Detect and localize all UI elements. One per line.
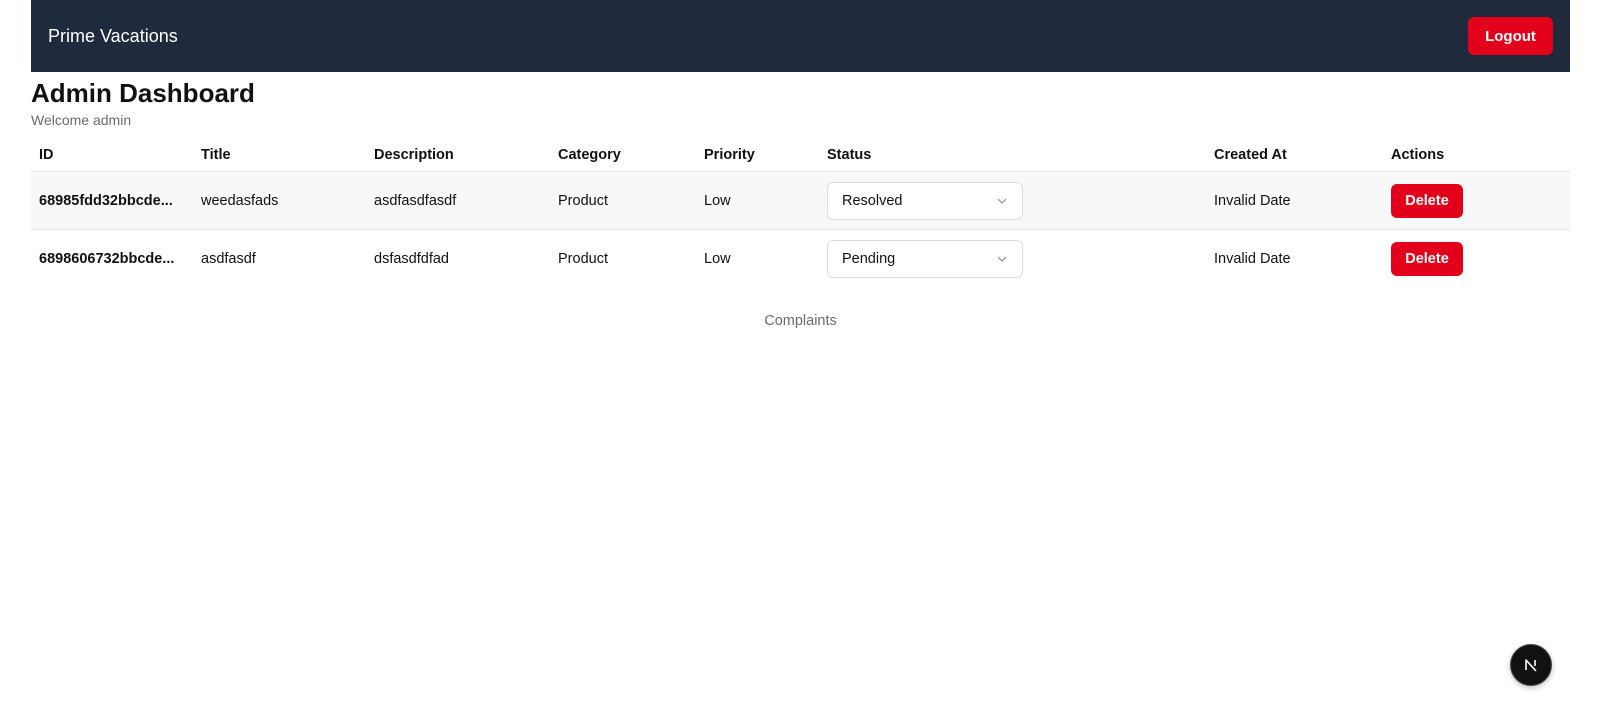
- column-header-priority: Priority: [696, 139, 819, 172]
- delete-button[interactable]: Delete: [1391, 183, 1463, 218]
- nextjs-logo-icon[interactable]: [1510, 644, 1552, 686]
- welcome-text: Welcome admin: [31, 112, 132, 128]
- cell-category: Product: [550, 171, 696, 230]
- table-row: 6898606732bbcde... asdfasdf dsfasdfdfad …: [31, 229, 1570, 287]
- table-row: 68985fdd32bbcde... weedasfads asdfasdfas…: [31, 171, 1570, 230]
- chevron-down-icon: [997, 198, 1007, 204]
- status-select[interactable]: Resolved: [827, 181, 1023, 220]
- brand-name[interactable]: Prime Vacations: [48, 26, 178, 47]
- column-header-id: ID: [31, 139, 193, 172]
- cell-created-at: Invalid Date: [1206, 229, 1383, 287]
- cell-created-at: Invalid Date: [1206, 171, 1383, 230]
- cell-description: dsfasdfdfad: [366, 229, 550, 287]
- table-header-row: ID Title Description Category Priority S…: [31, 139, 1570, 172]
- column-header-actions: Actions: [1383, 139, 1570, 172]
- status-select-value: Resolved: [842, 192, 903, 209]
- cell-description: asdfasdfasdf: [366, 171, 550, 230]
- cell-status: Resolved: [819, 171, 1206, 230]
- cell-priority: Low: [696, 229, 819, 287]
- table-caption: Complaints: [764, 313, 837, 329]
- app-container: Prime Vacations Logout Admin Dashboard W…: [31, 0, 1570, 329]
- complaints-table: ID Title Description Category Priority S…: [31, 139, 1570, 287]
- cell-title: weedasfads: [193, 171, 366, 230]
- column-header-title: Title: [193, 139, 366, 172]
- navbar: Prime Vacations Logout: [31, 0, 1570, 72]
- status-select[interactable]: Pending: [827, 239, 1023, 278]
- page-title: Admin Dashboard: [31, 78, 255, 108]
- status-select-value: Pending: [842, 250, 896, 267]
- column-header-status: Status: [819, 139, 1206, 172]
- nextjs-n-glyph-icon: [1525, 659, 1537, 672]
- cell-actions: Delete: [1383, 171, 1570, 230]
- column-header-category: Category: [550, 139, 696, 172]
- logout-button[interactable]: Logout: [1468, 17, 1553, 55]
- cell-id: 6898606732bbcde...: [31, 229, 193, 287]
- cell-priority: Low: [696, 171, 819, 230]
- cell-status: Pending: [819, 229, 1206, 287]
- chevron-down-icon: [997, 256, 1007, 262]
- cell-actions: Delete: [1383, 229, 1570, 287]
- delete-button[interactable]: Delete: [1391, 241, 1463, 276]
- column-header-description: Description: [366, 139, 550, 172]
- cell-category: Product: [550, 229, 696, 287]
- cell-id: 68985fdd32bbcde...: [31, 171, 193, 230]
- column-header-created-at: Created At: [1206, 139, 1383, 172]
- cell-title: asdfasdf: [193, 229, 366, 287]
